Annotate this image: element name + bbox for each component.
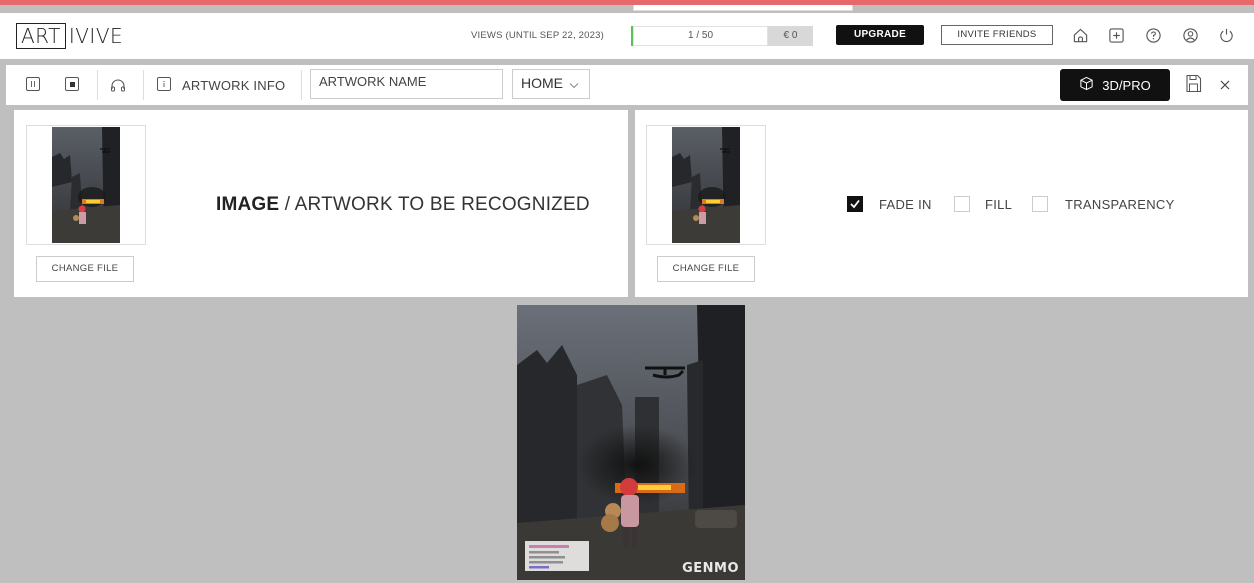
views-count: 1 / 50: [633, 26, 768, 46]
panel-title-rest: / ARTWORK TO BE RECOGNIZED: [279, 194, 590, 215]
home-select[interactable]: HOME: [512, 69, 590, 99]
upgrade-button[interactable]: UPGRADE: [836, 25, 924, 45]
toolbar-divider: [143, 70, 144, 100]
image-thumbnail[interactable]: [26, 125, 146, 245]
pause-icon[interactable]: [26, 77, 40, 91]
views-label: VIEWS (UNTIL SEP 22, 2023): [471, 30, 604, 41]
artwork-info-link[interactable]: ARTWORK INFO: [182, 78, 285, 93]
stop-icon[interactable]: [65, 77, 79, 91]
artwork-preview-image: [517, 305, 745, 580]
info-icon[interactable]: [157, 77, 171, 91]
panel-title: IMAGE / ARTWORK TO BE RECOGNIZED: [216, 194, 590, 216]
plus-square-icon[interactable]: [1107, 26, 1125, 44]
artwork-toolbar: ARTWORK INFO ARTWORK NAME HOME 3D/PRO: [6, 65, 1248, 105]
artwork-name-input[interactable]: ARTWORK NAME: [310, 69, 503, 99]
home-icon[interactable]: [1071, 26, 1089, 44]
change-video-button[interactable]: CHANGE FILE: [657, 256, 755, 282]
video-thumbnail[interactable]: [646, 125, 766, 245]
fill-checkbox[interactable]: [954, 196, 970, 212]
help-circle-icon[interactable]: [1144, 26, 1162, 44]
user-circle-icon[interactable]: [1181, 26, 1199, 44]
views-meter: 1 / 50 € 0: [631, 26, 813, 46]
video-thumbnail-image: [672, 127, 740, 243]
fill-label: FILL: [985, 197, 1013, 212]
3d-pro-button[interactable]: 3D/PRO: [1060, 69, 1170, 101]
price-badge: € 0: [768, 26, 813, 46]
toolbar-divider: [301, 70, 302, 100]
fade-in-label: FADE IN: [879, 197, 932, 212]
artwork-preview: GENMO: [517, 305, 745, 580]
image-panel: CHANGE FILE IMAGE / ARTWORK TO BE RECOGN…: [14, 110, 628, 297]
headphones-icon[interactable]: [110, 78, 126, 97]
power-icon[interactable]: [1217, 26, 1235, 44]
logo-boxed-text: ART: [16, 23, 66, 49]
app-header: ART IVIVE VIEWS (UNTIL SEP 22, 2023) 1 /…: [0, 13, 1254, 59]
genmo-watermark: GENMO: [682, 561, 739, 576]
chevron-down-icon: [569, 76, 579, 92]
transparency-checkbox[interactable]: [1032, 196, 1048, 212]
top-accent-bar: [0, 0, 1254, 5]
change-file-button[interactable]: CHANGE FILE: [36, 256, 134, 282]
home-select-value: HOME: [521, 75, 563, 91]
panel-title-bold: IMAGE: [216, 194, 280, 215]
fade-in-checkbox[interactable]: [847, 196, 863, 212]
transparency-label: TRANSPARENCY: [1065, 197, 1175, 212]
save-icon[interactable]: [1185, 74, 1202, 98]
artwork-thumbnail-image: [52, 127, 120, 243]
artivive-logo[interactable]: ART IVIVE: [16, 23, 123, 49]
checkmark-icon: [850, 199, 860, 209]
invite-friends-button[interactable]: INVITE FRIENDS: [941, 25, 1053, 45]
toolbar-divider: [97, 70, 98, 100]
close-icon[interactable]: [1219, 78, 1231, 96]
video-panel: CHANGE FILE FADE IN FILL TRANSPARENCY: [635, 110, 1248, 297]
logo-text: IVIVE: [68, 24, 124, 48]
3d-pro-label: 3D/PRO: [1102, 77, 1151, 93]
top-notch: [633, 5, 853, 11]
cube-icon: [1079, 76, 1094, 94]
